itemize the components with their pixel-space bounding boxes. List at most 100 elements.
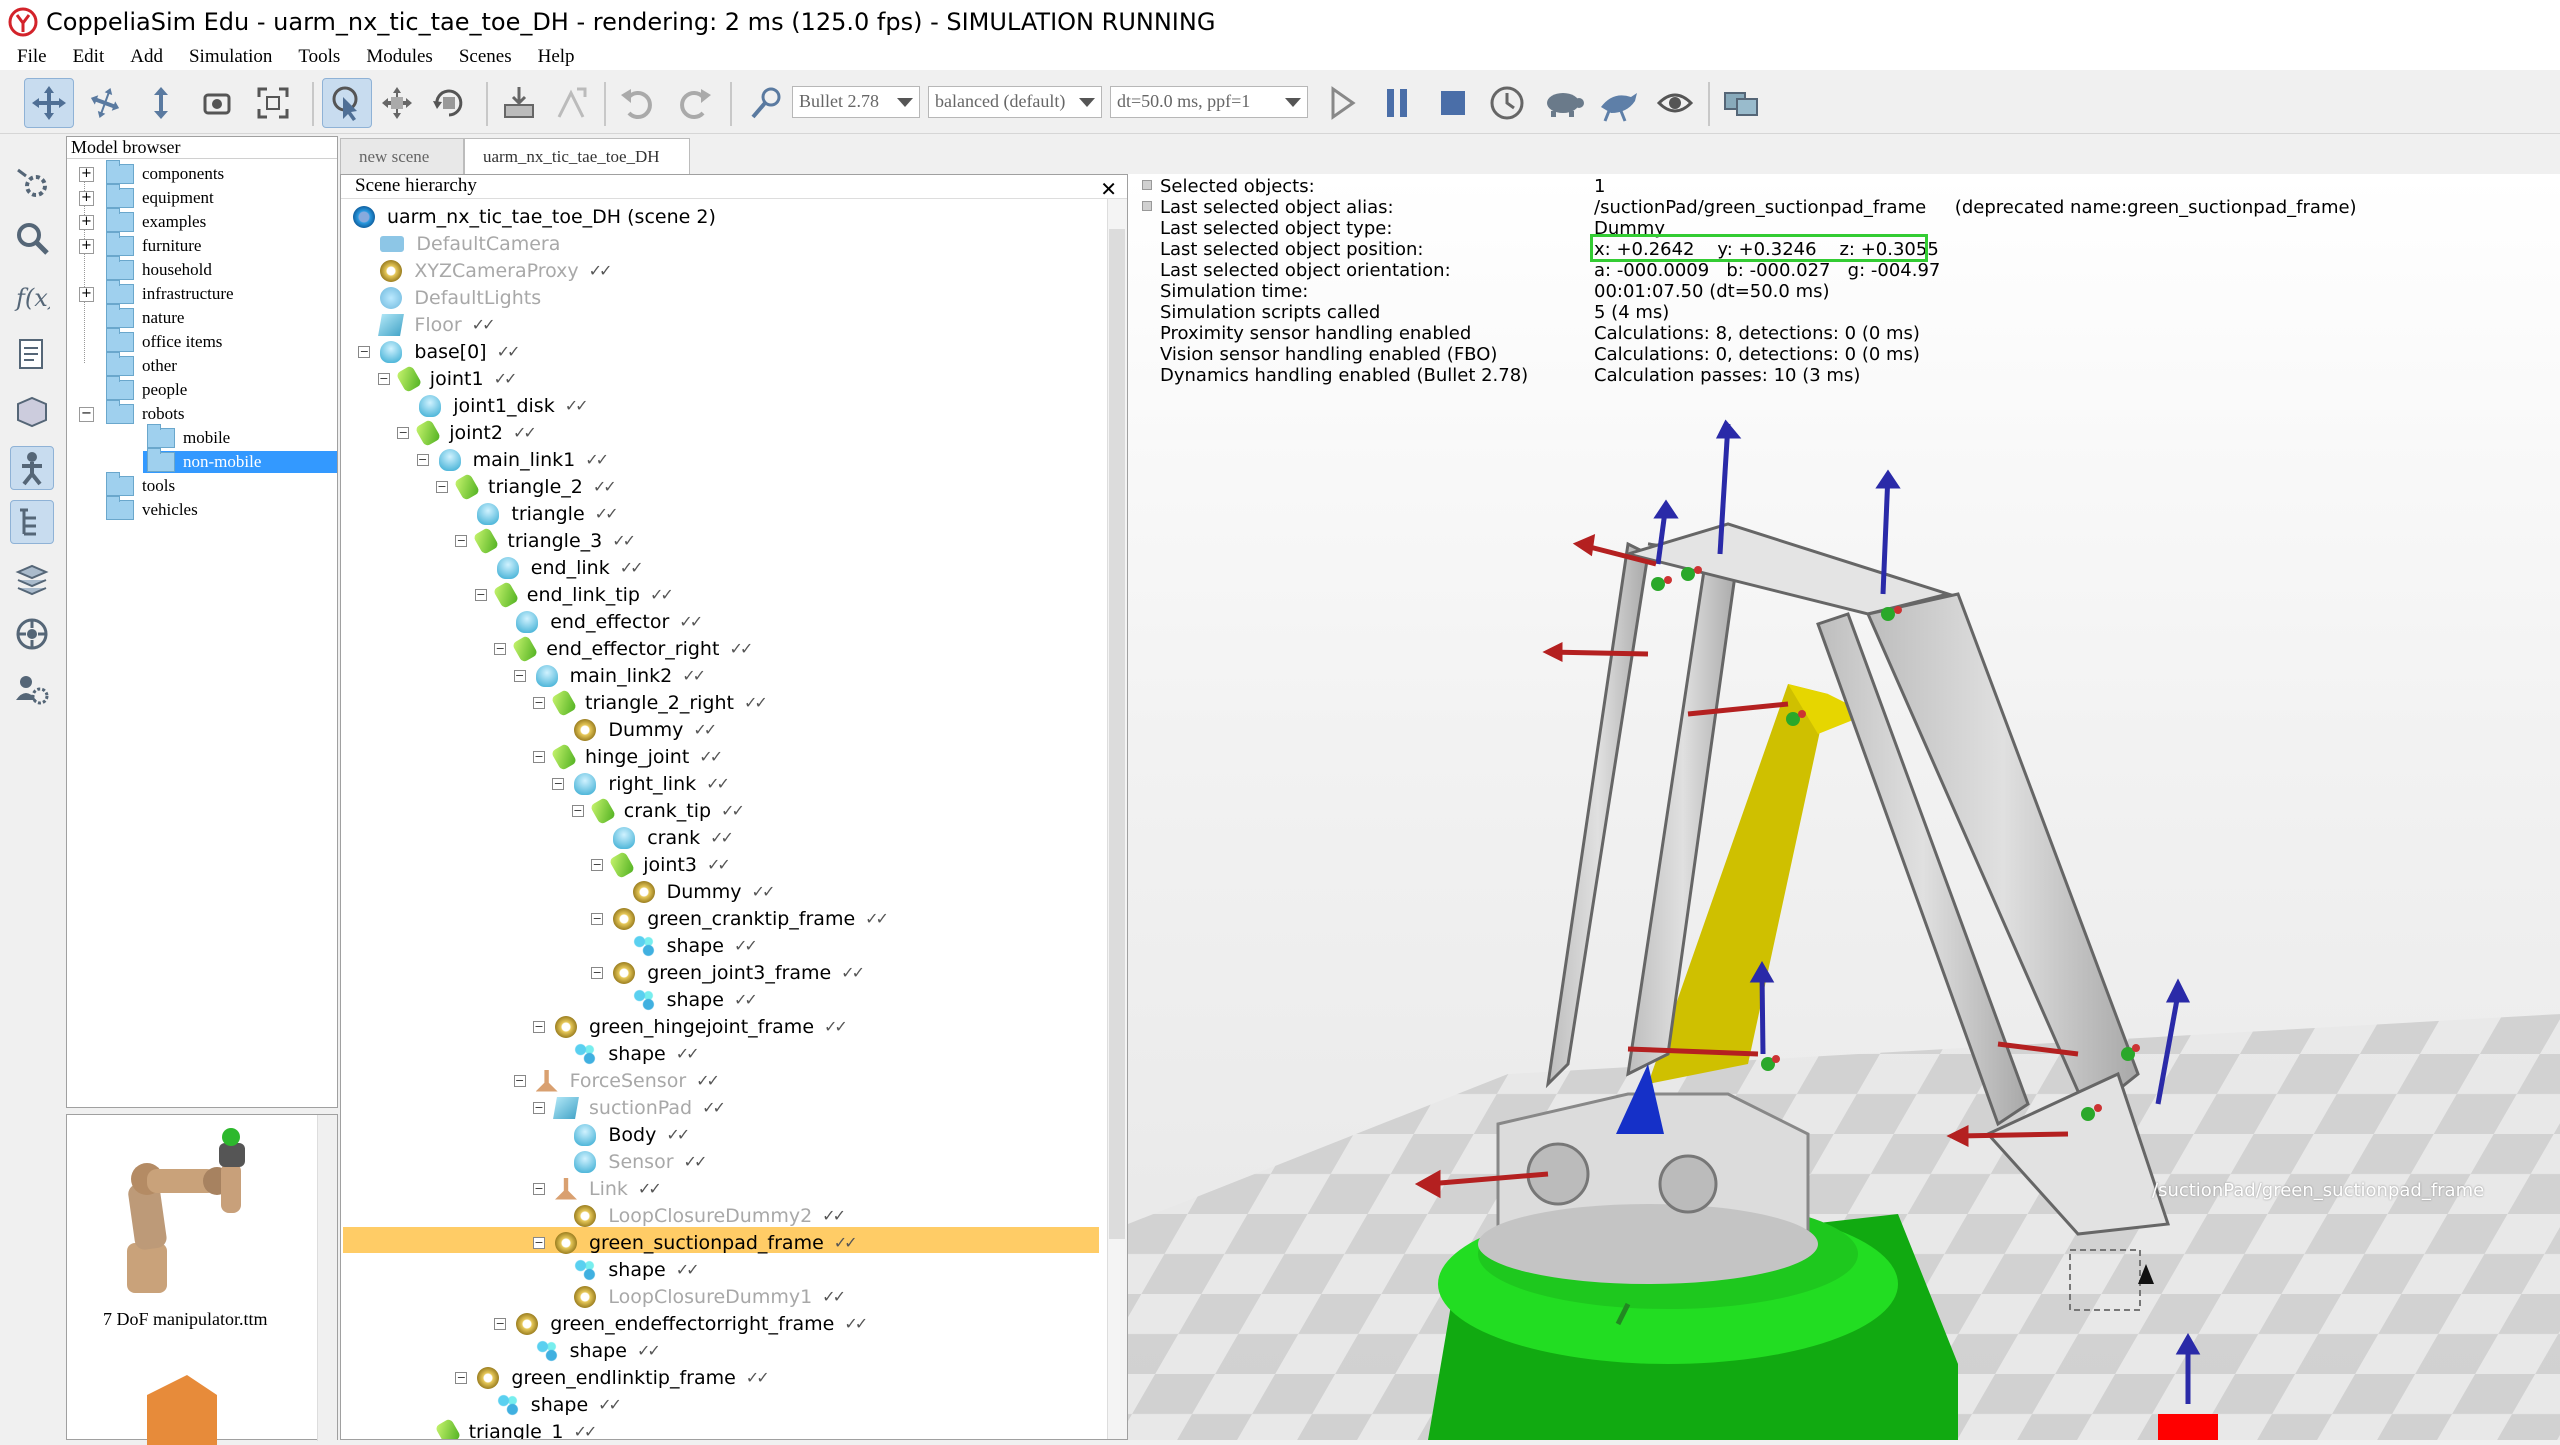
3d-viewport[interactable]: /suctionPad/green_suctionpad_frame Selec… [1128, 174, 2560, 1440]
hierarchy-row[interactable]: green_joint3_frame ✓✓ [613, 959, 865, 986]
hierarchy-row[interactable]: Dummy ✓✓ [574, 716, 717, 743]
hierarchy-row[interactable]: shape ✓✓ [574, 1040, 700, 1067]
page-selector-icon[interactable] [1716, 78, 1766, 128]
environment-icon[interactable] [10, 612, 54, 656]
model-folder-people[interactable]: people [106, 376, 187, 401]
model-folder-infrastructure[interactable]: + infrastructure [79, 280, 234, 305]
object-rotate-icon[interactable] [424, 78, 474, 128]
tree-toggle-icon[interactable]: − [552, 778, 565, 790]
speed-up-icon[interactable] [1594, 78, 1644, 128]
stop-icon[interactable] [1428, 78, 1478, 128]
hierarchy-row[interactable]: XYZCameraProxy ✓✓ [380, 257, 612, 284]
hierarchy-row[interactable]: Sensor ✓✓ [574, 1148, 707, 1175]
hierarchy-row[interactable]: triangle ✓✓ [477, 500, 618, 527]
hierarchy-row[interactable]: joint1_disk ✓✓ [419, 392, 588, 419]
model-folder-components[interactable]: + components [79, 160, 224, 185]
expand-icon[interactable]: + [79, 238, 94, 254]
scene-hierarchy-toggle-icon[interactable] [10, 500, 54, 544]
hierarchy-row[interactable]: end_link_tip ✓✓ [492, 580, 674, 609]
hierarchy-row[interactable]: ForceSensor ✓✓ [535, 1067, 720, 1094]
hierarchy-row[interactable]: LoopClosureDummy1 ✓✓ [574, 1283, 846, 1310]
tree-toggle-icon[interactable]: − [533, 697, 545, 709]
tree-toggle-icon[interactable]: − [591, 913, 604, 925]
real-time-icon[interactable] [1482, 78, 1532, 128]
shape-edit-icon[interactable] [10, 390, 54, 434]
model-folder-robots[interactable]: − robots [79, 400, 185, 425]
hierarchy-row[interactable]: uarm_nx_tic_tae_toe_DH (scene 2) [353, 203, 716, 230]
hierarchy-row[interactable]: shape ✓✓ [632, 932, 758, 959]
hierarchy-row[interactable]: joint2 ✓✓ [414, 418, 537, 447]
search-icon[interactable] [10, 216, 54, 260]
expand-icon[interactable]: + [79, 166, 94, 182]
play-icon[interactable] [1316, 78, 1366, 128]
hierarchy-row[interactable]: triangle_1 ✓✓ [434, 1417, 597, 1439]
visualization-toggle-icon[interactable] [1650, 78, 1700, 128]
model-folder-household[interactable]: household [106, 256, 212, 281]
hierarchy-row[interactable]: green_hingejoint_frame ✓✓ [555, 1013, 848, 1040]
menu-scenes[interactable]: Scenes [459, 46, 512, 68]
menu-tools[interactable]: Tools [298, 46, 340, 68]
physics-engine-select[interactable]: Bullet 2.78 [792, 86, 920, 118]
user-settings-icon[interactable] [10, 668, 54, 712]
hierarchy-row[interactable]: shape ✓✓ [535, 1337, 661, 1364]
tree-toggle-icon[interactable]: − [455, 535, 468, 547]
model-folder-tools[interactable]: tools [106, 472, 175, 497]
tree-toggle-icon[interactable]: − [377, 373, 390, 385]
hierarchy-row[interactable]: joint1 ✓✓ [395, 364, 517, 393]
dynamics-content-icon[interactable] [740, 78, 790, 128]
tree-toggle-icon[interactable]: − [513, 1075, 526, 1087]
hierarchy-row[interactable]: main_link1 ✓✓ [438, 446, 609, 473]
menu-file[interactable]: File [17, 46, 47, 68]
hierarchy-row[interactable]: hinge_joint ✓✓ [550, 742, 723, 771]
hierarchy-row[interactable]: shape ✓✓ [574, 1256, 700, 1283]
camera-angle-icon[interactable] [192, 78, 242, 128]
tree-toggle-icon[interactable]: − [416, 454, 429, 466]
tree-toggle-icon[interactable]: − [533, 1183, 545, 1195]
tab-uarm-scene[interactable]: uarm_nx_tic_tae_toe_DH [464, 138, 690, 174]
tree-toggle-icon[interactable]: − [533, 751, 545, 763]
hierarchy-row[interactable]: end_effector_right ✓✓ [511, 634, 753, 663]
collapse-icon[interactable]: − [79, 406, 94, 422]
hierarchy-row[interactable]: triangle_3 ✓✓ [473, 526, 636, 555]
assemble-icon[interactable] [494, 78, 544, 128]
tree-toggle-icon[interactable]: − [494, 643, 507, 655]
expand-icon[interactable]: + [79, 214, 94, 230]
model-folder-equipment[interactable]: + equipment [79, 184, 214, 209]
manipulator-thumbnail[interactable] [97, 1123, 297, 1303]
menu-edit[interactable]: Edit [73, 46, 105, 68]
camera-shift-icon[interactable] [136, 78, 186, 128]
model-folder-furniture[interactable]: + furniture [79, 232, 201, 257]
camera-rotate-icon[interactable] [80, 78, 130, 128]
tree-toggle-icon[interactable]: − [571, 805, 584, 817]
hierarchy-row[interactable]: shape ✓✓ [632, 986, 758, 1013]
tree-toggle-icon[interactable]: − [533, 1102, 545, 1114]
tree-toggle-icon[interactable]: − [591, 967, 604, 979]
hierarchy-row[interactable]: LoopClosureDummy2 ✓✓ [574, 1202, 846, 1229]
thumbnail-scrollbar[interactable] [317, 1115, 337, 1441]
click-select-icon[interactable] [322, 78, 372, 128]
menu-simulation[interactable]: Simulation [189, 46, 272, 68]
camera-fit-icon[interactable] [248, 78, 298, 128]
calculation-modules-icon[interactable]: f(x) [10, 274, 54, 318]
tree-toggle-icon[interactable]: − [474, 589, 487, 601]
timestep-select[interactable]: dt=50.0 ms, ppf=1 [1110, 86, 1308, 118]
hierarchy-row[interactable]: end_link ✓✓ [496, 554, 643, 581]
hierarchy-row[interactable]: suctionPad ✓✓ [553, 1094, 726, 1121]
hierarchy-row[interactable]: end_effector ✓✓ [516, 608, 703, 635]
next-model-thumbnail[interactable] [107, 1365, 267, 1445]
tree-toggle-icon[interactable]: − [533, 1237, 545, 1249]
hierarchy-row[interactable]: green_suctionpad_frame ✓✓ [555, 1229, 858, 1256]
model-folder-examples[interactable]: + examples [79, 208, 206, 233]
hierarchy-scrollbar[interactable] [1107, 199, 1127, 1439]
hierarchy-row[interactable]: joint3 ✓✓ [608, 850, 731, 879]
hierarchy-row[interactable]: green_endlinktip_frame ✓✓ [477, 1364, 770, 1391]
menu-modules[interactable]: Modules [366, 46, 433, 68]
menu-add[interactable]: Add [130, 46, 163, 68]
transfer-dna-icon[interactable] [546, 78, 596, 128]
simulation-settings-icon[interactable] [10, 160, 54, 204]
tree-toggle-icon[interactable]: − [397, 427, 410, 439]
camera-pan-icon[interactable] [24, 78, 74, 128]
hierarchy-row[interactable]: triangle_2_right ✓✓ [550, 688, 768, 717]
redo-icon[interactable] [670, 78, 720, 128]
hierarchy-row[interactable]: Body ✓✓ [574, 1121, 690, 1148]
